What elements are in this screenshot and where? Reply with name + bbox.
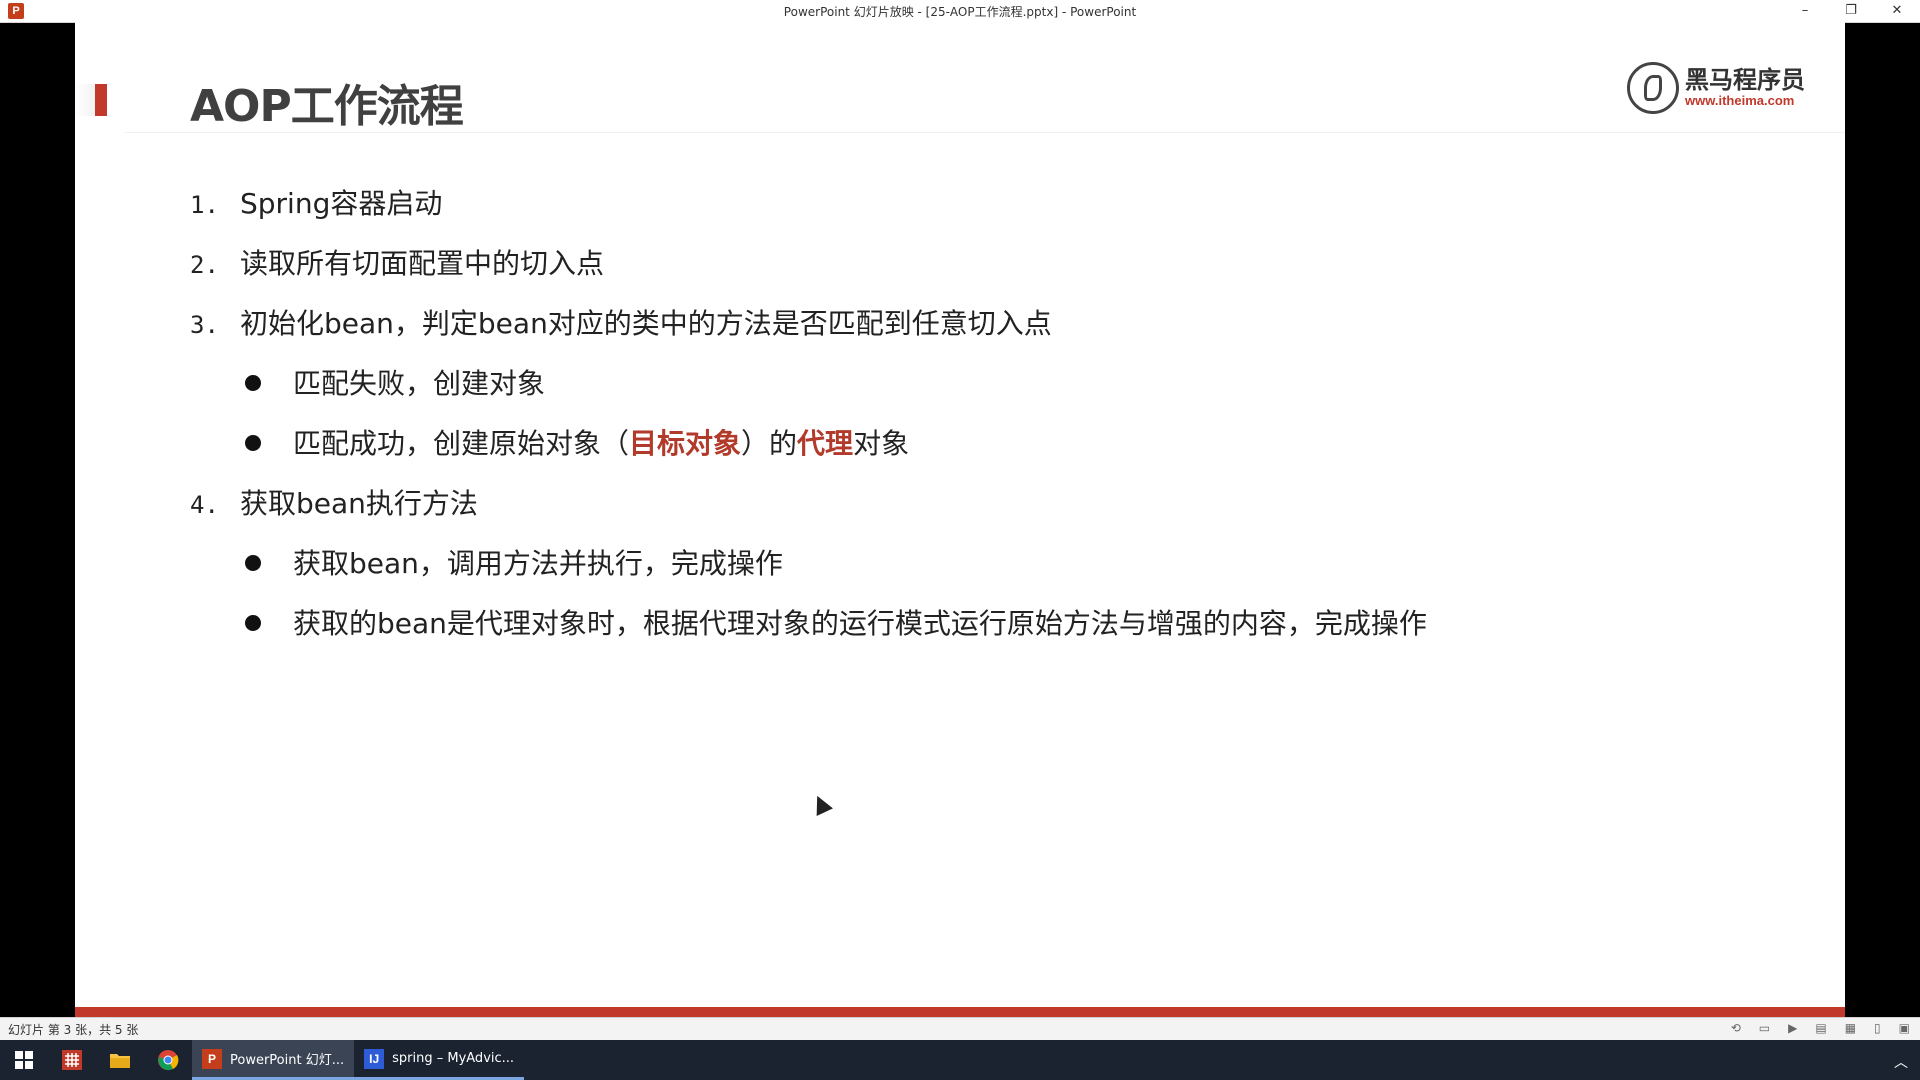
logo-url: www.itheima.com [1685,93,1795,108]
slide-title: AOP工作流程 [190,81,464,132]
bullet-item: 获取bean，调用方法并执行，完成操作 [293,542,783,582]
bullet-text-part: ）的 [741,427,798,460]
powerpoint-icon: P [202,1048,222,1069]
list-number: 2. [190,251,219,279]
taskbar-app-label: spring – MyAdvic... [392,1051,515,1066]
slide-bottom-bar [75,1007,1845,1017]
notes-icon[interactable]: ▤ [1815,1021,1826,1035]
window-title: PowerPoint 幻灯片放映 - [25-AOP工作流程.pptx] - P… [783,4,1137,19]
bullet-item: 匹配失败，创建对象 [293,362,545,402]
bullet-dot [245,375,261,391]
slide-counter: 幻灯片 第 3 张，共 5 张 [8,1023,139,1037]
screen-icon[interactable]: ▭ [1759,1021,1770,1035]
minimize-icon[interactable]: – [1782,0,1828,22]
list-text: 读取所有切面配置中的切入点 [240,247,605,280]
intellij-icon: IJ [364,1048,385,1069]
play-icon[interactable]: ▶ [1788,1021,1797,1035]
window-controls: – ❐ ✕ [1782,0,1920,22]
bullet-text-part: 匹配成功，创建原始对象（ [293,427,630,460]
logo-text: 黑马程序员 www.itheima.com [1685,67,1805,109]
taskbar-app-label: PowerPoint 幻灯... [230,1053,345,1068]
list-text: 初始化bean，判定bean对应的类中的方法是否匹配到任意切入点 [240,307,1052,340]
bullet-item: 匹配成功，创建原始对象（目标对象）的代理对象 [293,422,909,462]
highlight-proxy: 代理 [797,427,854,460]
list-item: 4. 获取bean执行方法 [190,482,478,522]
grid-app-icon[interactable] [48,1040,96,1080]
chevron-up-icon[interactable]: ︿ [1894,1052,1908,1072]
status-bar: 幻灯片 第 3 张，共 5 张 ⟲ ▭ ▶ ▤ ▦ ▯ ▣ [0,1017,1920,1041]
bullet-text: 获取的bean是代理对象时，根据代理对象的运行模式运行原始方法与增强的内容，完成… [293,607,1427,640]
slide[interactable]: AOP工作流程 黑马程序员 www.itheima.com 1. Spring容器… [75,22,1845,1017]
slideshow-icon[interactable]: ▣ [1899,1021,1910,1035]
bullet-text: 获取bean，调用方法并执行，完成操作 [293,547,783,580]
list-number: 3. [190,311,219,339]
taskbar-app-intellij[interactable]: IJ spring – MyAdvic... [354,1040,525,1080]
reading-view-icon[interactable]: ▯ [1874,1021,1881,1035]
bullet-text: 匹配失败，创建对象 [293,367,546,400]
list-item: 2. 读取所有切面配置中的切入点 [190,242,604,282]
file-explorer-icon[interactable] [96,1040,144,1080]
list-text: 获取bean执行方法 [240,487,478,520]
list-item: 1. Spring容器启动 [190,182,442,222]
bullet-dot [245,435,261,451]
list-number: 4. [190,491,219,519]
title-accent-shade [75,84,95,116]
list-item: 3. 初始化bean，判定bean对应的类中的方法是否匹配到任意切入点 [190,302,1052,342]
taskbar-app-powerpoint[interactable]: P PowerPoint 幻灯... [192,1040,355,1080]
restart-icon[interactable]: ⟲ [1731,1021,1741,1035]
list-number: 1. [190,191,219,219]
taskbar: P PowerPoint 幻灯... IJ spring – MyAdvic..… [0,1040,1920,1080]
bullet-item: 获取的bean是代理对象时，根据代理对象的运行模式运行原始方法与增强的内容，完成… [293,602,1427,642]
chrome-icon[interactable] [144,1040,192,1080]
sorter-icon[interactable]: ▦ [1845,1021,1856,1035]
windows-start-icon[interactable] [0,1040,48,1080]
highlight-target-object: 目标对象 [629,427,742,460]
bullet-dot [245,555,261,571]
horse-logo-icon [1627,62,1679,114]
logo-name: 黑马程序员 [1685,66,1805,94]
list-text: Spring容器启动 [240,187,443,220]
restore-icon[interactable]: ❐ [1828,0,1874,22]
status-icons: ⟲ ▭ ▶ ▤ ▦ ▯ ▣ [1731,1021,1910,1035]
window-titlebar: P PowerPoint 幻灯片放映 - [25-AOP工作流程.pptx] -… [0,0,1920,23]
bullet-text-part: 对象 [853,427,910,460]
bullet-dot [245,615,261,631]
title-divider [125,132,1845,133]
title-accent-bar [95,84,107,116]
itheima-logo: 黑马程序员 www.itheima.com [1627,62,1805,114]
close-icon[interactable]: ✕ [1874,0,1920,22]
